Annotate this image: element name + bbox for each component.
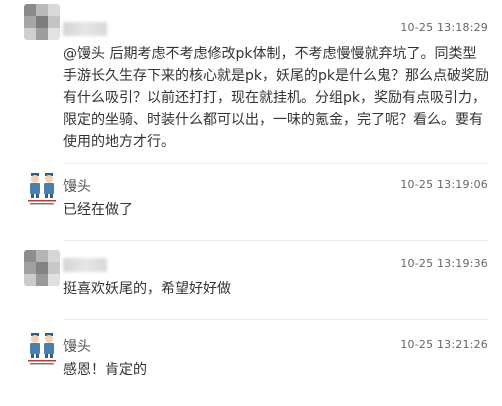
comment-username[interactable]: 馒头 bbox=[63, 176, 91, 196]
comment-time: 10-25 13:19:06 bbox=[400, 178, 488, 191]
comment-text: @馒头 后期考虑不考虑修改pk体制，不考虑慢慢就弃坑了。同类型手游长久生存下来的… bbox=[63, 46, 489, 150]
comment-text: 挺喜欢妖尾的，希望好好做 bbox=[63, 281, 231, 297]
cartoon-duo-icon bbox=[24, 330, 60, 366]
comment-divider bbox=[63, 163, 488, 164]
comment-text: 已经在做了 bbox=[63, 202, 133, 218]
cartoon-duo-icon bbox=[24, 170, 60, 206]
comment-text: 感恩！肯定的 bbox=[63, 362, 147, 378]
comment-divider bbox=[63, 240, 488, 241]
username-blurred[interactable] bbox=[63, 258, 107, 272]
user-avatar[interactable] bbox=[24, 4, 60, 40]
user-avatar[interactable] bbox=[24, 170, 60, 206]
username-blurred[interactable] bbox=[63, 22, 107, 36]
user-avatar[interactable] bbox=[24, 330, 60, 366]
comment-time: 10-25 13:21:26 bbox=[400, 338, 488, 351]
comment-time: 10-25 13:19:36 bbox=[400, 257, 488, 270]
user-avatar[interactable] bbox=[24, 250, 60, 286]
comment-username[interactable]: 馒头 bbox=[63, 336, 91, 356]
comment-divider bbox=[63, 319, 488, 320]
comment-time: 10-25 13:18:29 bbox=[400, 21, 488, 34]
